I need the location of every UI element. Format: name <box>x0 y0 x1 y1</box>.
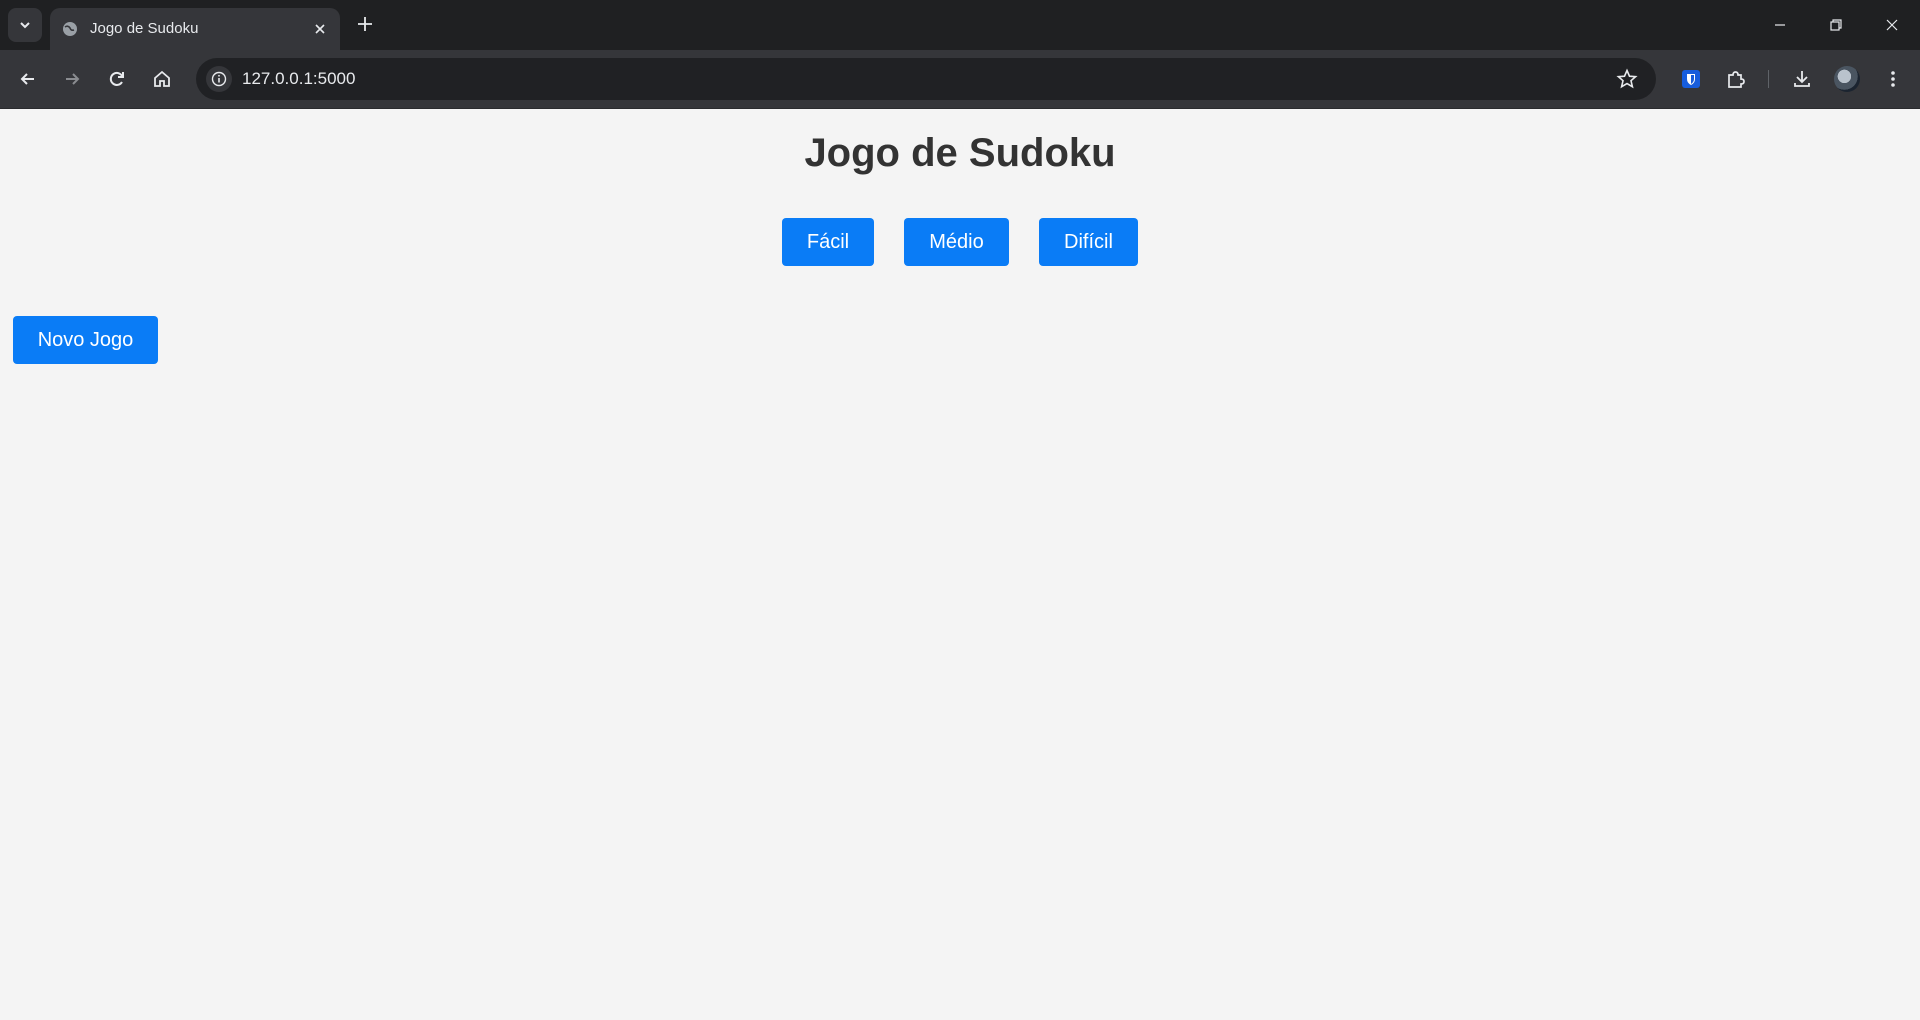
password-manager-extension[interactable] <box>1676 64 1706 94</box>
new-game-button[interactable]: Novo Jogo <box>13 316 158 364</box>
profile-avatar[interactable] <box>1834 66 1860 92</box>
extensions-button[interactable] <box>1721 64 1751 94</box>
tab-search-button[interactable] <box>8 8 42 42</box>
page-content: Jogo de Sudoku Fácil Médio Difícil Novo … <box>0 109 1920 1020</box>
browser-tab[interactable]: Jogo de Sudoku <box>50 8 340 50</box>
easy-button[interactable]: Fácil <box>782 218 874 266</box>
kebab-menu-icon <box>1891 71 1895 87</box>
info-icon <box>211 71 227 87</box>
star-icon[interactable] <box>1616 68 1638 90</box>
home-icon <box>154 70 170 87</box>
url-text[interactable]: 127.0.0.1:5000 <box>242 69 355 89</box>
reload-icon <box>109 71 124 86</box>
difficulty-selector: Fácil Médio Difícil <box>0 218 1920 266</box>
minimize-button[interactable] <box>1752 0 1808 50</box>
window-controls <box>1752 0 1920 50</box>
close-window-button[interactable] <box>1864 0 1920 50</box>
site-info-button[interactable] <box>206 66 232 92</box>
browser-menu-button[interactable] <box>1878 64 1908 94</box>
reload-button[interactable] <box>103 65 131 93</box>
restore-button[interactable] <box>1808 0 1864 50</box>
arrow-left-icon <box>20 73 34 85</box>
close-icon <box>1886 19 1898 31</box>
minimize-icon <box>1775 24 1785 26</box>
globe-icon <box>63 22 77 36</box>
arrow-right-icon <box>66 73 80 85</box>
tab-title: Jogo de Sudoku <box>90 20 199 37</box>
page-title: Jogo de Sudoku <box>804 131 1116 175</box>
hard-button[interactable]: Difícil <box>1039 218 1138 266</box>
restore-icon <box>1830 19 1842 31</box>
medium-button[interactable]: Médio <box>904 218 1009 266</box>
home-button[interactable] <box>148 65 176 93</box>
plus-icon[interactable] <box>354 13 376 35</box>
download-icon <box>1794 71 1810 87</box>
toolbar-divider <box>1768 70 1769 88</box>
close-icon[interactable] <box>312 21 328 37</box>
address-bar[interactable]: 127.0.0.1:5000 <box>196 58 1656 100</box>
puzzle-icon <box>1728 71 1745 88</box>
shield-icon <box>1682 70 1700 88</box>
back-button[interactable] <box>14 65 42 93</box>
forward-button[interactable] <box>58 65 86 93</box>
chevron-down-icon <box>20 22 30 29</box>
downloads-button[interactable] <box>1787 64 1817 94</box>
browser-toolbar: 127.0.0.1:5000 <box>0 50 1920 109</box>
tab-strip: Jogo de Sudoku <box>0 0 1920 50</box>
